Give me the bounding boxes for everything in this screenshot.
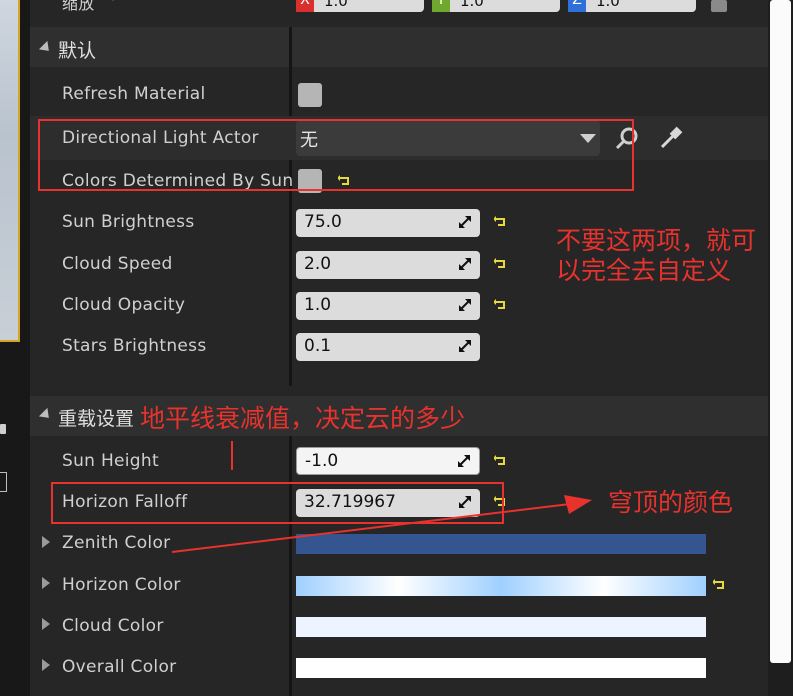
column-divider [289, 27, 292, 386]
column-divider [289, 436, 292, 696]
eyedropper-icon[interactable] [658, 125, 684, 151]
scale-y-input[interactable]: 1.0 [450, 0, 560, 12]
reset-arrow-icon[interactable] [713, 578, 727, 592]
axis-y-tag: Y [432, 0, 450, 12]
annotation-note-zenith: 穹顶的颜色 [608, 488, 734, 517]
horizon-color-swatch[interactable] [296, 576, 706, 596]
annotation-note-horizon: 地平线衰减值，决定云的多少 [140, 404, 466, 433]
chevron-down-icon[interactable]: ▾ [110, 0, 116, 4]
spin-drag-icon[interactable] [458, 455, 470, 467]
annotation-note-remove: 不要这两项，就可 以完全去自定义 [556, 226, 757, 285]
scale-x-input[interactable]: 1.0 [314, 0, 424, 12]
spin-drag-icon[interactable] [459, 340, 471, 352]
zenith-color-label: Zenith Color [62, 533, 171, 553]
cloud-speed-input[interactable]: 2.0 [296, 251, 480, 279]
axis-z-tag: Z [568, 0, 586, 12]
reset-arrow-icon[interactable] [494, 454, 508, 468]
expand-arrow-icon[interactable] [42, 577, 50, 589]
viewport-preview [0, 0, 20, 342]
scale-z-input[interactable]: 1.0 [586, 0, 696, 12]
spin-drag-icon[interactable] [459, 258, 471, 270]
sun-brightness-label: Sun Brightness [62, 212, 195, 232]
section-override-title: 重载设置 [58, 408, 135, 430]
annotation-box-light-settings [38, 119, 634, 191]
side-toolbar-icon[interactable] [0, 424, 6, 434]
sun-height-input[interactable]: -1.0 [296, 447, 480, 475]
stars-brightness-input[interactable]: 0.1 [296, 333, 480, 361]
cloud-opacity-label: Cloud Opacity [62, 295, 186, 315]
annotation-arrow [171, 495, 592, 553]
horizon-color-label: Horizon Color [62, 575, 181, 595]
overall-color-label: Overall Color [62, 657, 177, 677]
lock-icon[interactable] [711, 0, 727, 12]
home-icon[interactable] [0, 472, 7, 492]
scrollbar-thumb[interactable] [770, 0, 791, 663]
reset-arrow-icon[interactable] [494, 215, 508, 229]
refresh-material-checkbox[interactable] [298, 83, 322, 107]
stars-brightness-label: Stars Brightness [62, 336, 207, 356]
axis-x-tag: X [296, 0, 314, 12]
cloud-color-label: Cloud Color [62, 616, 164, 636]
cloud-color-swatch[interactable] [296, 617, 706, 637]
spin-drag-icon[interactable] [459, 216, 471, 228]
spin-drag-icon[interactable] [459, 299, 471, 311]
cloud-speed-label: Cloud Speed [62, 254, 173, 274]
sun-brightness-input[interactable]: 75.0 [296, 209, 480, 237]
section-default-header[interactable] [30, 27, 768, 67]
section-default-title: 默认 [58, 40, 97, 62]
expand-arrow-icon[interactable] [42, 659, 50, 671]
cloud-opacity-input[interactable]: 1.0 [296, 292, 480, 320]
expand-arrow-icon[interactable] [42, 536, 50, 548]
sun-height-label: Sun Height [62, 451, 159, 471]
reset-arrow-icon[interactable] [494, 298, 508, 312]
reset-arrow-icon[interactable] [494, 257, 508, 271]
annotation-pointer-line [231, 441, 233, 470]
expand-arrow-icon[interactable] [42, 618, 50, 630]
refresh-material-label: Refresh Material [62, 84, 206, 104]
scale-label: 缩放 [62, 0, 95, 13]
overall-color-swatch[interactable] [296, 658, 706, 678]
